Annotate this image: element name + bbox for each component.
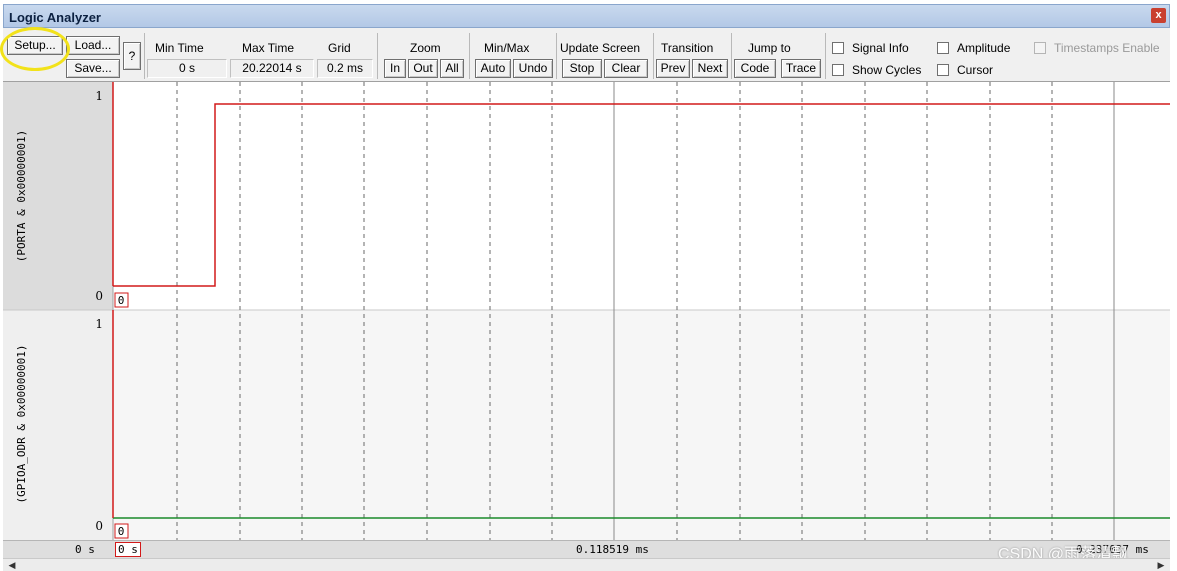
signal-value-text: 0	[118, 525, 125, 538]
status-bar: 0 s 0 s 0.118519 ms 0.237037 ms	[3, 540, 1170, 558]
max-time-value: 20.22014 s	[230, 59, 314, 78]
min-time-label: Min Time	[155, 41, 204, 55]
help-button[interactable]: ?	[123, 42, 141, 70]
status-center-time: 0.118519 ms	[576, 543, 649, 556]
scroll-right-icon[interactable]: ▶	[1154, 559, 1168, 571]
show-cycles-checkbox[interactable]	[832, 64, 844, 76]
transition-label: Transition	[661, 41, 714, 55]
update-screen-label: Update Screen	[560, 41, 641, 55]
prev-transition-button[interactable]: Prev	[656, 59, 690, 78]
zoom-label: Zoom	[410, 41, 441, 55]
signal-name-gpioa-odr: (GPIOA_ODR & 0x00000001)	[15, 345, 28, 504]
signal-max-label: 1	[95, 317, 103, 331]
amplitude-label: Amplitude	[957, 41, 1011, 55]
separator	[653, 33, 654, 79]
jump-to-label: Jump to	[748, 41, 791, 55]
separator	[556, 33, 557, 79]
status-cursor-box: 0 s	[115, 542, 141, 557]
jump-code-button[interactable]: Code	[734, 59, 776, 78]
timestamps-label: Timestamps Enable	[1054, 41, 1160, 55]
signal-value-text: 0	[118, 294, 125, 307]
save-button[interactable]: Save...	[66, 59, 120, 78]
signal-plot-background	[113, 310, 1170, 540]
separator	[377, 33, 378, 79]
signal-min-label: 0	[95, 519, 103, 533]
signal-plot-background	[113, 82, 1170, 310]
max-time-label: Max Time	[242, 41, 295, 55]
waveform-canvas[interactable]: 1 0 (PORTA & 0x00000001) 0 1 0 (GPIOA_OD…	[3, 82, 1170, 544]
clear-button[interactable]: Clear	[604, 59, 648, 78]
scroll-left-icon[interactable]: ◀	[5, 559, 19, 571]
separator	[825, 33, 826, 79]
waveform-area[interactable]: 1 0 (PORTA & 0x00000001) 0 1 0 (GPIOA_OD…	[3, 82, 1170, 544]
close-icon[interactable]: x	[1151, 8, 1166, 23]
stop-button[interactable]: Stop	[562, 59, 602, 78]
window-title: Logic Analyzer	[9, 10, 101, 25]
horizontal-scrollbar[interactable]: ◀ ▶	[3, 558, 1170, 571]
signal-min-label: 0	[95, 289, 103, 303]
next-transition-button[interactable]: Next	[692, 59, 728, 78]
cursor-label: Cursor	[957, 63, 994, 77]
title-bar: Logic Analyzer x	[3, 4, 1170, 28]
min-time-value: 0 s	[147, 59, 227, 78]
separator	[144, 33, 145, 79]
timestamps-checkbox	[1034, 42, 1046, 54]
minmax-label: Min/Max	[484, 41, 530, 55]
setup-button[interactable]: Setup...	[7, 36, 63, 55]
status-left-time: 0 s	[75, 543, 95, 556]
grid-value: 0.2 ms	[317, 59, 373, 78]
amplitude-checkbox[interactable]	[937, 42, 949, 54]
show-cycles-label: Show Cycles	[852, 63, 922, 77]
grid-label: Grid	[328, 41, 351, 55]
separator	[469, 33, 470, 79]
minmax-undo-button[interactable]: Undo	[513, 59, 553, 78]
zoom-out-button[interactable]: Out	[408, 59, 438, 78]
cursor-checkbox[interactable]	[937, 64, 949, 76]
signal-info-checkbox[interactable]	[832, 42, 844, 54]
minmax-auto-button[interactable]: Auto	[475, 59, 511, 78]
jump-trace-button[interactable]: Trace	[781, 59, 821, 78]
zoom-all-button[interactable]: All	[440, 59, 464, 78]
signal-info-label: Signal Info	[852, 41, 909, 55]
signal-max-label: 1	[95, 89, 103, 103]
signal-name-porta: (PORTA & 0x00000001)	[15, 130, 28, 262]
zoom-in-button[interactable]: In	[384, 59, 406, 78]
toolbar: Setup... Load... Save... ? Min Time 0 s …	[3, 28, 1170, 82]
load-button[interactable]: Load...	[66, 36, 120, 55]
separator	[731, 33, 732, 79]
